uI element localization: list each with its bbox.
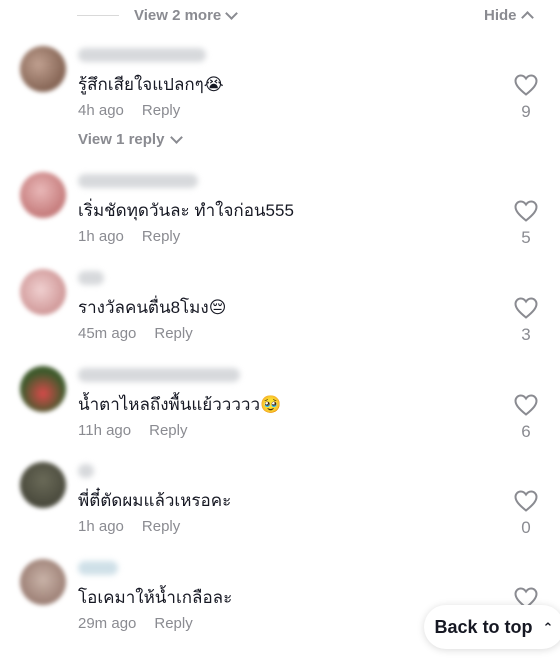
comment-time: 4h ago bbox=[78, 102, 124, 119]
avatar[interactable] bbox=[20, 46, 66, 92]
username-blurred[interactable] bbox=[78, 271, 104, 285]
username-blurred[interactable] bbox=[78, 464, 94, 478]
comment-time: 45m ago bbox=[78, 325, 137, 342]
comment-time: 29m ago bbox=[78, 615, 137, 632]
username-blurred[interactable] bbox=[78, 174, 198, 188]
view-reply-button[interactable]: View 1 reply bbox=[78, 131, 184, 148]
back-to-top-button[interactable]: Back to top ⌃ bbox=[424, 605, 560, 649]
heart-icon[interactable] bbox=[514, 490, 538, 512]
comment-text: เริ่มชัดทุดวันละ ทำใจก่อน555 bbox=[78, 201, 294, 220]
chevron-down-icon bbox=[170, 131, 184, 144]
avatar[interactable] bbox=[20, 172, 66, 218]
heart-icon[interactable] bbox=[514, 297, 538, 319]
heart-icon[interactable] bbox=[514, 394, 538, 416]
username-blurred[interactable] bbox=[78, 48, 206, 62]
hide-label: Hide bbox=[484, 7, 517, 24]
comment-time: 1h ago bbox=[78, 518, 124, 535]
comment-meta: 11h ago Reply bbox=[78, 422, 187, 439]
heart-icon[interactable] bbox=[514, 200, 538, 222]
avatar[interactable] bbox=[20, 559, 66, 605]
like-count: 5 bbox=[521, 228, 531, 247]
comment-text: รางวัลคนตื่น8โมง😔 bbox=[78, 298, 227, 317]
reply-button[interactable]: Reply bbox=[142, 518, 180, 535]
back-to-top-label: Back to top bbox=[434, 616, 533, 637]
comment-meta: 29m ago Reply bbox=[78, 615, 193, 632]
comment-text: น้ำตาไหลถึงพื้นแย้ววววว🥹 bbox=[78, 395, 282, 414]
comment-meta: 1h ago Reply bbox=[78, 228, 180, 245]
reply-button[interactable]: Reply bbox=[149, 422, 187, 439]
view-reply-label: View 1 reply bbox=[78, 131, 165, 148]
view-more-label: View 2 more bbox=[134, 7, 222, 24]
avatar[interactable] bbox=[20, 462, 66, 508]
double-chevron-up-icon: ⌃ bbox=[542, 619, 554, 635]
heart-icon[interactable] bbox=[514, 74, 538, 96]
reply-button[interactable]: Reply bbox=[142, 228, 180, 245]
comment-time: 1h ago bbox=[78, 228, 124, 245]
comment-meta: 45m ago Reply bbox=[78, 325, 193, 342]
username-blurred[interactable] bbox=[78, 561, 118, 575]
reply-button[interactable]: Reply bbox=[154, 325, 192, 342]
like-count: 9 bbox=[521, 102, 531, 121]
username-blurred[interactable] bbox=[78, 368, 240, 382]
avatar[interactable] bbox=[20, 269, 66, 315]
chevron-up-icon bbox=[520, 11, 534, 24]
reply-button[interactable]: Reply bbox=[142, 102, 180, 119]
comment-text: พี่ตี๋ตัดผมแล้วเหรอคะ bbox=[78, 491, 232, 510]
like-count: 0 bbox=[521, 518, 531, 537]
avatar[interactable] bbox=[20, 366, 66, 412]
hide-replies-button[interactable]: Hide bbox=[484, 7, 534, 24]
chevron-down-icon bbox=[225, 7, 239, 20]
comment-text: โอเคมาให้น้ำเกลือละ bbox=[78, 588, 233, 607]
view-more-replies-button[interactable]: View 2 more bbox=[134, 7, 239, 24]
like-count: 6 bbox=[521, 422, 531, 441]
comment-text: รู้สึกเสียใจแปลกๆ😭 bbox=[78, 75, 224, 94]
comment-meta: 1h ago Reply bbox=[78, 518, 180, 535]
replies-toggle-bar: View 2 more Hide bbox=[0, 0, 560, 34]
divider-line bbox=[77, 15, 119, 16]
comment-meta: 4h ago Reply bbox=[78, 102, 180, 119]
like-count: 3 bbox=[521, 325, 531, 344]
reply-button[interactable]: Reply bbox=[154, 615, 192, 632]
comment-time: 11h ago bbox=[78, 422, 132, 439]
